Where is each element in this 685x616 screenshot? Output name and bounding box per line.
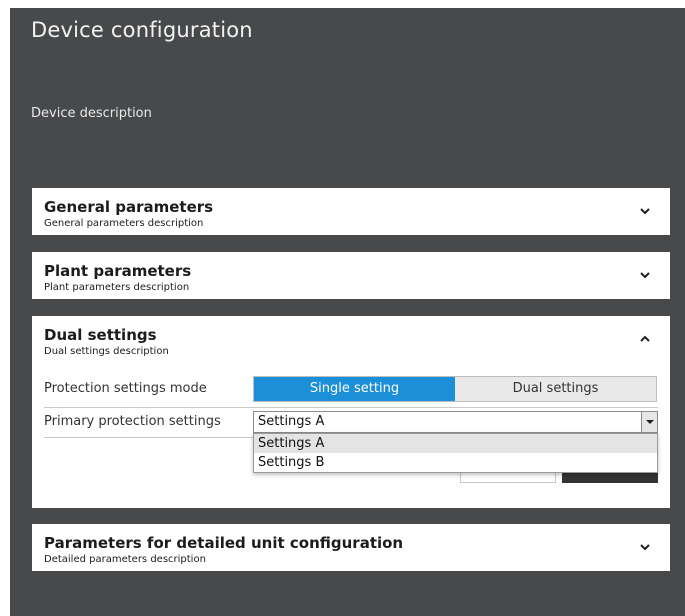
primary-protection-select[interactable]: Settings A [253,411,658,433]
panel-title: General parameters [44,198,214,216]
protection-mode-toggle: Single setting Dual settings [253,376,657,402]
panel-general-parameters[interactable]: General parameters General parameters de… [32,188,670,235]
panel-description: General parameters description [44,218,204,229]
chevron-down-icon[interactable] [638,205,652,217]
caret-down-icon[interactable] [641,412,657,432]
dropdown-option-settings-b[interactable]: Settings B [254,453,657,472]
page-title: Device configuration [31,18,253,42]
single-setting-option[interactable]: Single setting [254,377,455,401]
panel-title: Dual settings [44,326,157,344]
select-value: Settings A [258,414,325,429]
panel-title: Parameters for detailed unit configurati… [44,534,404,552]
chevron-down-icon[interactable] [638,541,652,553]
chevron-up-icon[interactable] [638,333,652,345]
dual-settings-option[interactable]: Dual settings [455,377,656,401]
row-divider [44,437,253,438]
panel-plant-parameters[interactable]: Plant parameters Plant parameters descri… [32,252,670,299]
settings-dropdown-list: Settings A Settings B [253,433,658,473]
row-divider [44,407,658,408]
panel-description: Detailed parameters description [44,554,206,565]
primary-protection-label: Primary protection settings [44,414,221,429]
chevron-down-icon[interactable] [638,269,652,281]
protection-mode-label: Protection settings mode [44,381,207,396]
panel-title: Plant parameters [44,262,192,280]
panel-dual-settings: Dual settings Dual settings description … [32,316,670,508]
panel-description: Dual settings description [44,346,169,357]
panel-detailed-unit-configuration[interactable]: Parameters for detailed unit configurati… [32,524,670,571]
dropdown-option-settings-a[interactable]: Settings A [254,434,657,453]
page-description: Device description [31,106,152,121]
panel-description: Plant parameters description [44,282,190,293]
device-configuration-window: Device configuration Device description … [10,8,685,616]
